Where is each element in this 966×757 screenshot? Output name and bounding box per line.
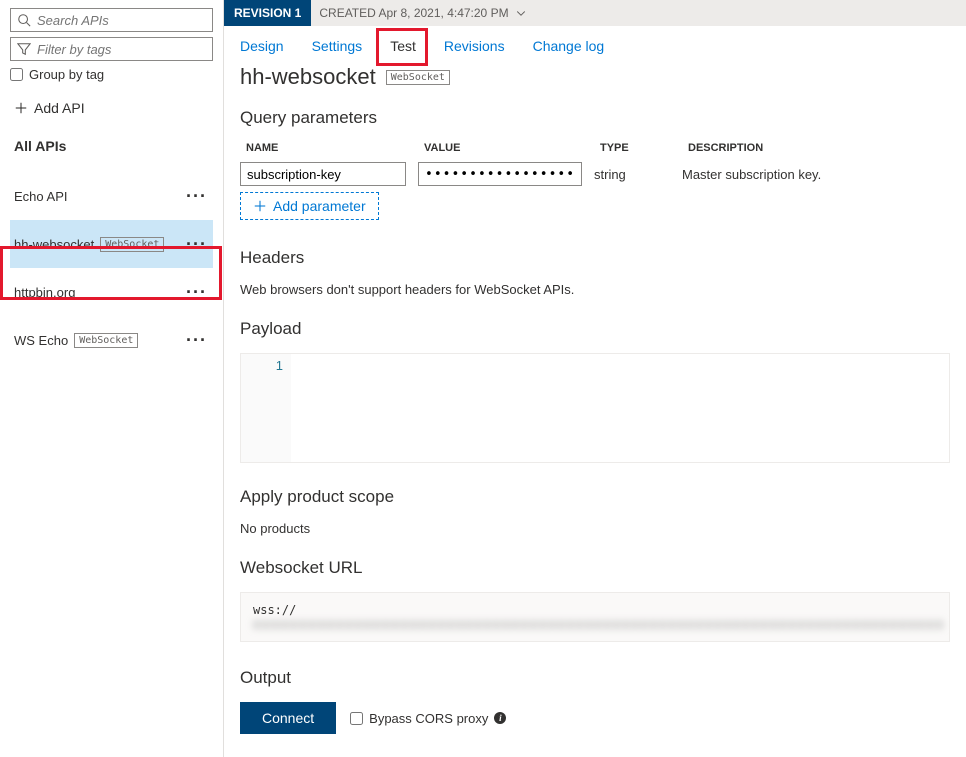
api-item-httpbin[interactable]: httpbin.org ··· [10,268,213,316]
search-icon [17,13,31,27]
group-by-tag-label: Group by tag [29,67,104,82]
tab-revisions[interactable]: Revisions [444,38,505,54]
more-icon[interactable]: ··· [186,186,207,207]
bypass-cors-label: Bypass CORS proxy [369,711,488,726]
filter-icon [17,42,31,56]
websocket-badge: WebSocket [74,333,138,348]
param-description: Master subscription key. [682,167,950,182]
group-by-tag[interactable]: Group by tag [10,67,213,82]
col-value: VALUE [424,142,600,154]
plus-icon [14,101,28,115]
websocket-url-redacted: aaaaaaaaaaaaaaaaaaaaaaaaaaaaaaaaaaaaaaaa… [253,617,945,631]
col-name: NAME [246,142,424,154]
payload-textarea[interactable] [291,354,949,462]
headers-hint: Web browsers don't support headers for W… [240,282,950,297]
tab-test[interactable]: Test [390,38,416,54]
payload-title: Payload [240,319,950,339]
col-desc: DESCRIPTION [688,142,950,154]
bypass-cors-checkbox[interactable] [350,712,363,725]
sidebar: Group by tag Add API All APIs Echo API ·… [0,0,224,757]
main: REVISION 1 CREATED Apr 8, 2021, 4:47:20 … [224,0,966,757]
payload-gutter: 1 [241,354,291,462]
revision-bar: REVISION 1 CREATED Apr 8, 2021, 4:47:20 … [224,0,966,26]
websocket-url-title: Websocket URL [240,558,950,578]
api-item-echo[interactable]: Echo API ··· [10,172,213,220]
output-title: Output [240,668,950,688]
more-icon[interactable]: ··· [186,234,207,255]
all-apis-header[interactable]: All APIs [10,138,213,154]
plus-icon [253,199,267,213]
websocket-badge: WebSocket [386,70,450,85]
api-item-label: Echo API [14,189,67,204]
more-icon[interactable]: ··· [186,282,207,303]
api-title: hh-websocket [240,64,376,90]
param-value-input[interactable] [418,162,582,186]
search-apis-wrap[interactable] [10,8,213,32]
websocket-url-box: wss://aaaaaaaaaaaaaaaaaaaaaaaaaaaaaaaaaa… [240,592,950,642]
col-type: TYPE [600,142,688,154]
api-item-label: hh-websocket [14,237,94,252]
websocket-badge: WebSocket [100,237,164,252]
query-parameters-title: Query parameters [240,108,950,128]
info-icon[interactable]: i [494,712,506,724]
tabs: Design Settings Test Revisions Change lo… [224,26,966,64]
filter-tags-wrap[interactable] [10,37,213,61]
content: hh-websocket WebSocket Query parameters … [224,64,966,757]
param-type: string [594,167,682,182]
websocket-url-prefix: wss:// [253,603,296,617]
product-scope-title: Apply product scope [240,487,950,507]
revision-badge: REVISION 1 [224,0,311,26]
payload-editor[interactable]: 1 [240,353,950,463]
search-apis-input[interactable] [31,13,215,28]
tab-design[interactable]: Design [240,38,284,54]
api-item-wsecho[interactable]: WS Echo WebSocket ··· [10,316,213,364]
group-by-tag-checkbox[interactable] [10,68,23,81]
revision-created[interactable]: CREATED Apr 8, 2021, 4:47:20 PM [311,6,534,20]
tab-changelog[interactable]: Change log [533,38,605,54]
more-icon[interactable]: ··· [186,330,207,351]
no-products-text: No products [240,521,950,536]
revision-created-label: CREATED Apr 8, 2021, 4:47:20 PM [319,6,508,20]
tab-settings[interactable]: Settings [312,38,363,54]
api-item-hhwebsocket[interactable]: hh-websocket WebSocket ··· [10,220,213,268]
bypass-cors-wrap[interactable]: Bypass CORS proxy i [350,711,506,726]
headers-title: Headers [240,248,950,268]
add-parameter-button[interactable]: Add parameter [240,192,379,220]
param-row: string Master subscription key. [240,162,950,186]
add-api-label: Add API [34,100,85,116]
api-item-label: httpbin.org [14,285,75,300]
filter-tags-input[interactable] [31,42,215,57]
chevron-down-icon [515,7,527,19]
params-header: NAME VALUE TYPE DESCRIPTION [240,142,950,154]
add-parameter-label: Add parameter [273,198,366,214]
param-name-input[interactable] [240,162,406,186]
api-item-label: WS Echo [14,333,68,348]
add-api-button[interactable]: Add API [14,100,213,116]
connect-button[interactable]: Connect [240,702,336,734]
